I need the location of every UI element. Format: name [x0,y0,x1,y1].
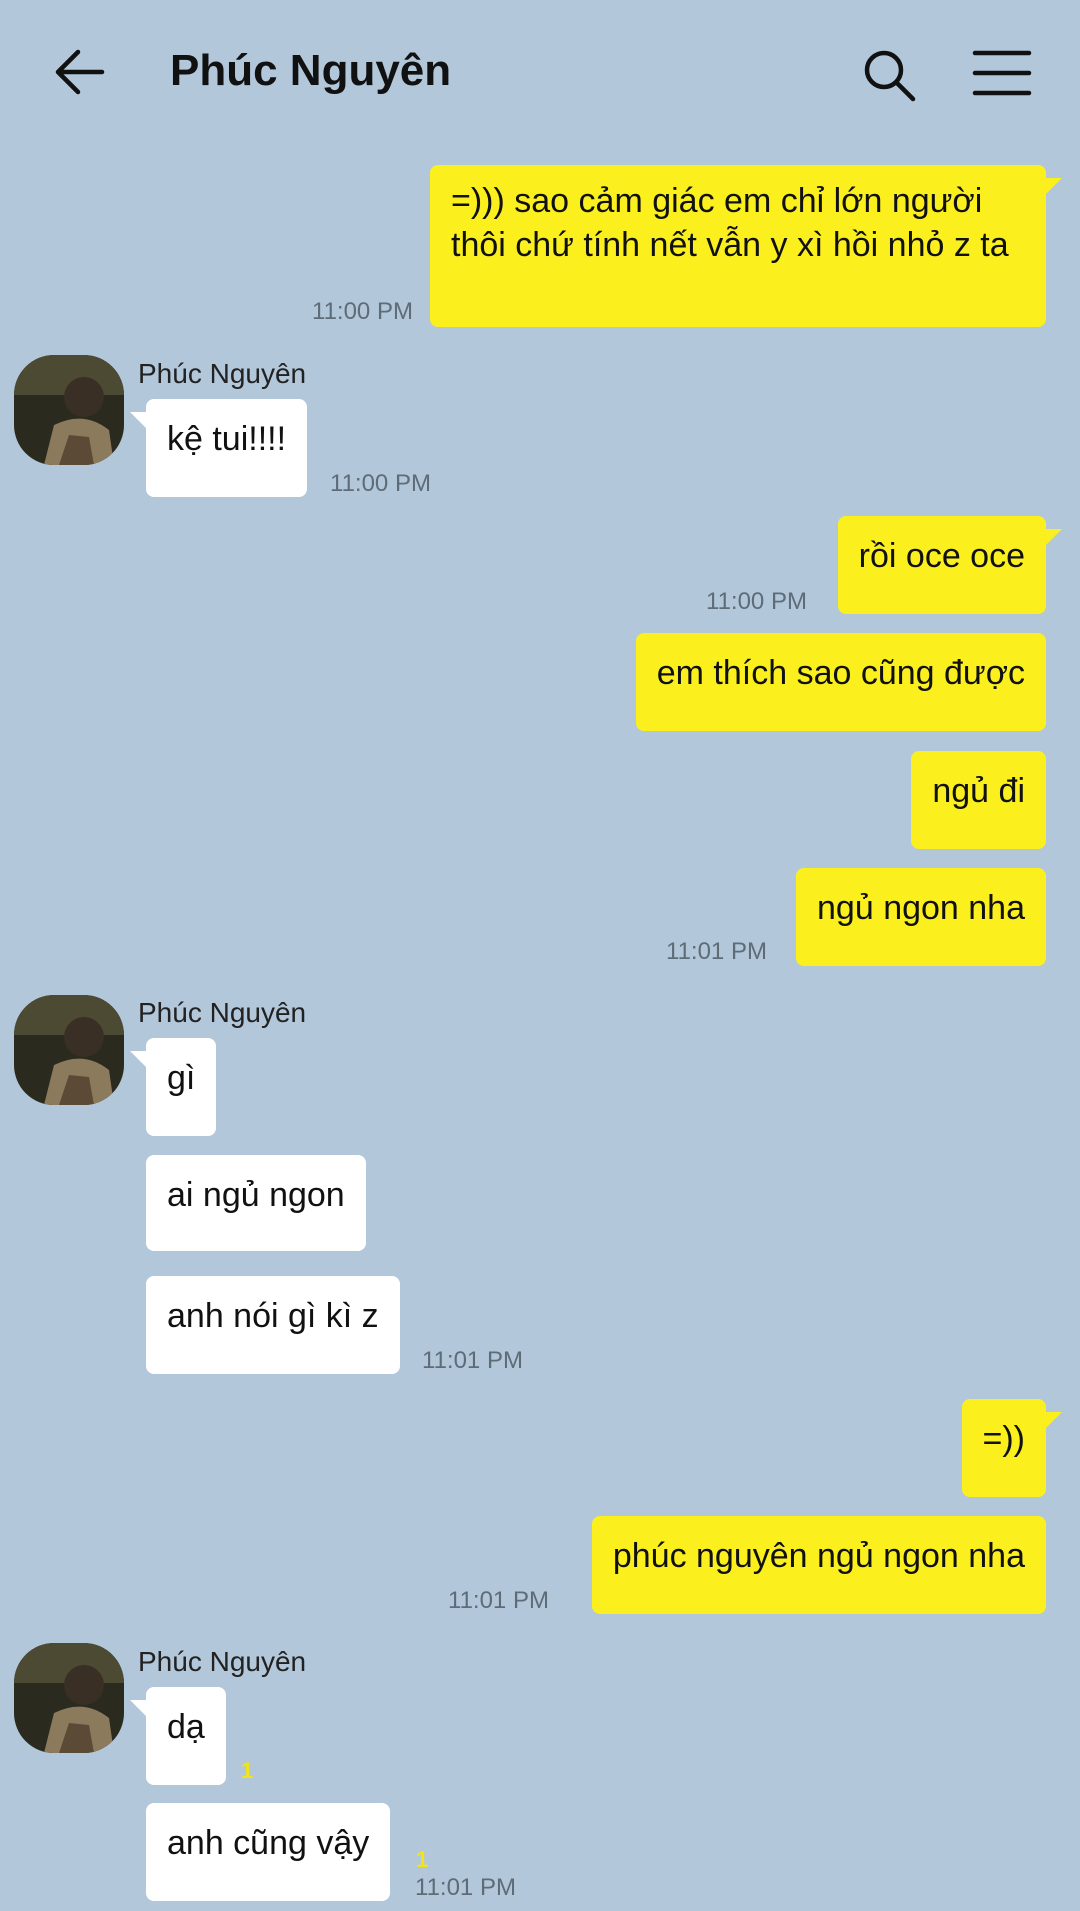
message-timestamp: 11:01 PM [422,1347,523,1374]
arrow-left-icon [55,49,105,95]
unread-count: 1 [416,1847,429,1872]
contact-avatar[interactable] [14,355,124,465]
message-timestamp: 11:01 PM [415,1874,516,1901]
message-timestamp: 11:00 PM [330,470,431,497]
chat-header: Phúc Nguyên [0,0,1080,150]
bubble-tail [130,412,146,428]
outgoing-message-bubble[interactable]: em thích sao cũng được [635,633,1046,731]
outgoing-message-bubble[interactable]: =))) sao cảm giác em chỉ lớn người thôi … [430,165,1046,327]
outgoing-message-bubble[interactable]: phúc nguyên ngủ ngon nha [591,1516,1046,1614]
contact-avatar[interactable] [14,1643,124,1753]
sender-name: Phúc Nguyên [138,358,307,389]
contact-avatar[interactable] [14,995,124,1105]
outgoing-message-bubble[interactable]: ngủ ngon nha [796,868,1046,966]
chat-title: Phúc Nguyên [170,46,452,95]
message-timestamp: 11:00 PM [312,298,413,325]
incoming-message-bubble[interactable]: anh cũng vậy [146,1803,391,1901]
sender-name: Phúc Nguyên [138,1646,307,1677]
avatar-photo [14,1643,124,1753]
incoming-message-bubble[interactable]: ai ngủ ngon [146,1155,366,1251]
unread-count: 1 [241,1758,254,1783]
outgoing-message-bubble[interactable]: ngủ đi [911,751,1046,849]
outgoing-message-bubble[interactable]: =)) [961,1399,1046,1497]
search-icon [864,50,916,102]
outgoing-message-bubble[interactable]: rồi oce oce [837,516,1046,614]
hamburger-menu-icon [972,50,1032,96]
message-timestamp: 11:00 PM [706,588,807,615]
incoming-message-bubble[interactable]: gì [146,1038,217,1136]
bubble-tail [1046,529,1062,545]
message-timestamp: 11:01 PM [448,1587,549,1614]
message-timestamp: 11:01 PM [666,938,767,965]
avatar-photo [14,355,124,465]
bubble-tail [1046,178,1062,194]
incoming-message-bubble[interactable]: dạ [146,1687,226,1785]
back-button[interactable] [50,42,110,102]
bubble-tail [130,1051,146,1067]
menu-button[interactable] [972,48,1032,98]
sender-name: Phúc Nguyên [138,997,307,1028]
avatar-photo [14,995,124,1105]
incoming-message-bubble[interactable]: anh nói gì kì z [146,1276,400,1374]
bubble-tail [130,1700,146,1716]
incoming-message-bubble[interactable]: kệ tui!!!! [146,399,308,497]
search-button[interactable] [860,46,918,104]
bubble-tail [1046,1412,1062,1428]
